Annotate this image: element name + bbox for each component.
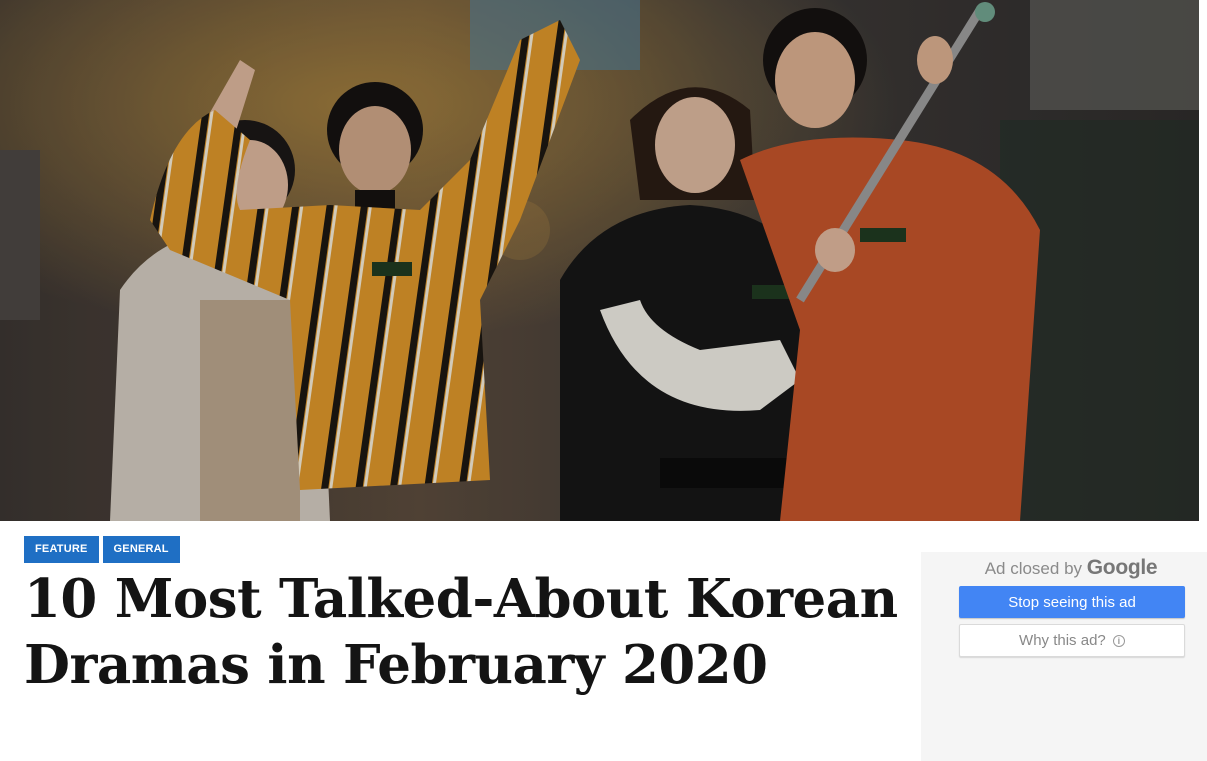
hero-image [0,0,1199,521]
tag-feature[interactable]: FEATURE [24,536,99,563]
ad-closed-panel: Ad closed by Google Stop seeing this ad … [921,552,1207,761]
ad-closed-message: Ad closed by Google [921,556,1207,580]
ad-closed-prefix: Ad closed by [984,559,1083,578]
google-logo: Google [1086,556,1158,579]
category-tags: FEATURE GENERAL [24,536,180,563]
stop-seeing-ad-button[interactable]: Stop seeing this ad [959,586,1185,618]
why-this-ad-button[interactable]: Why this ad? i [959,624,1185,657]
article-title: 10 Most Talked-About Korean Dramas in Fe… [24,568,898,696]
why-this-ad-label: Why this ad? [1019,632,1106,649]
hero-photo-illustration [0,0,1199,521]
tag-general[interactable]: GENERAL [102,536,180,563]
info-icon: i [1112,635,1125,647]
